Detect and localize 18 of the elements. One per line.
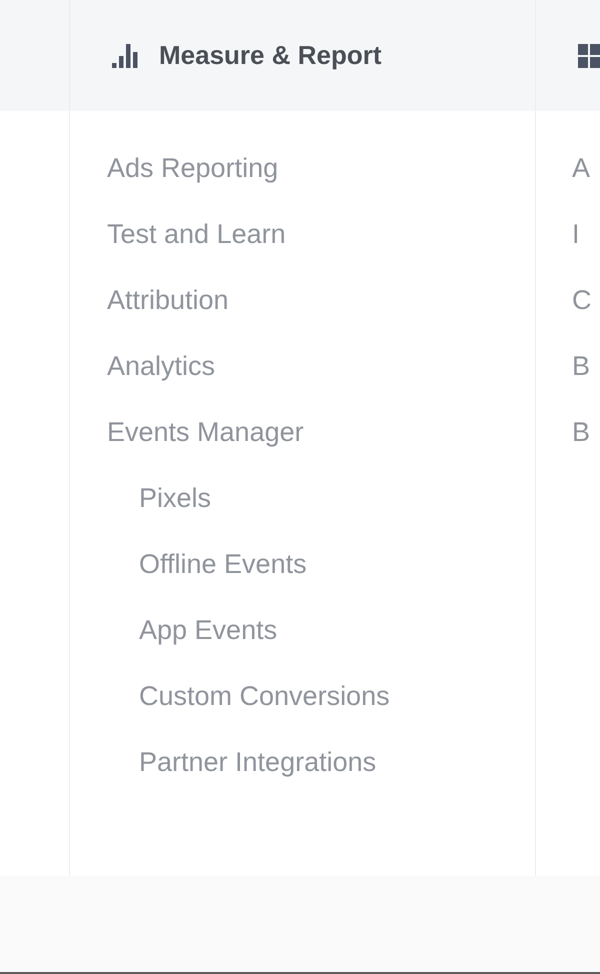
- menu-link[interactable]: Ads Reporting: [107, 152, 278, 184]
- menu-link[interactable]: Events Manager: [107, 416, 304, 448]
- menu-link[interactable]: C: [572, 284, 592, 316]
- menu-link[interactable]: B: [572, 350, 590, 382]
- menu-link[interactable]: A: [572, 152, 590, 184]
- submenu-link[interactable]: App Events: [139, 614, 278, 646]
- menu-link[interactable]: B: [572, 416, 590, 448]
- submenu-link[interactable]: Offline Events: [139, 548, 307, 580]
- menu-link[interactable]: Attribution: [107, 284, 229, 316]
- bar-chart-icon: [112, 44, 138, 68]
- grid-icon: [578, 44, 600, 68]
- menu-link[interactable]: Test and Learn: [107, 218, 286, 250]
- menu-link[interactable]: I: [572, 218, 580, 250]
- menu-link[interactable]: Analytics: [107, 350, 216, 382]
- menu-title: Measure & Report: [159, 40, 382, 71]
- submenu-link[interactable]: Partner Integrations: [139, 746, 376, 778]
- submenu-link[interactable]: Custom Conversions: [139, 680, 390, 712]
- submenu-link[interactable]: Pixels: [139, 482, 212, 514]
